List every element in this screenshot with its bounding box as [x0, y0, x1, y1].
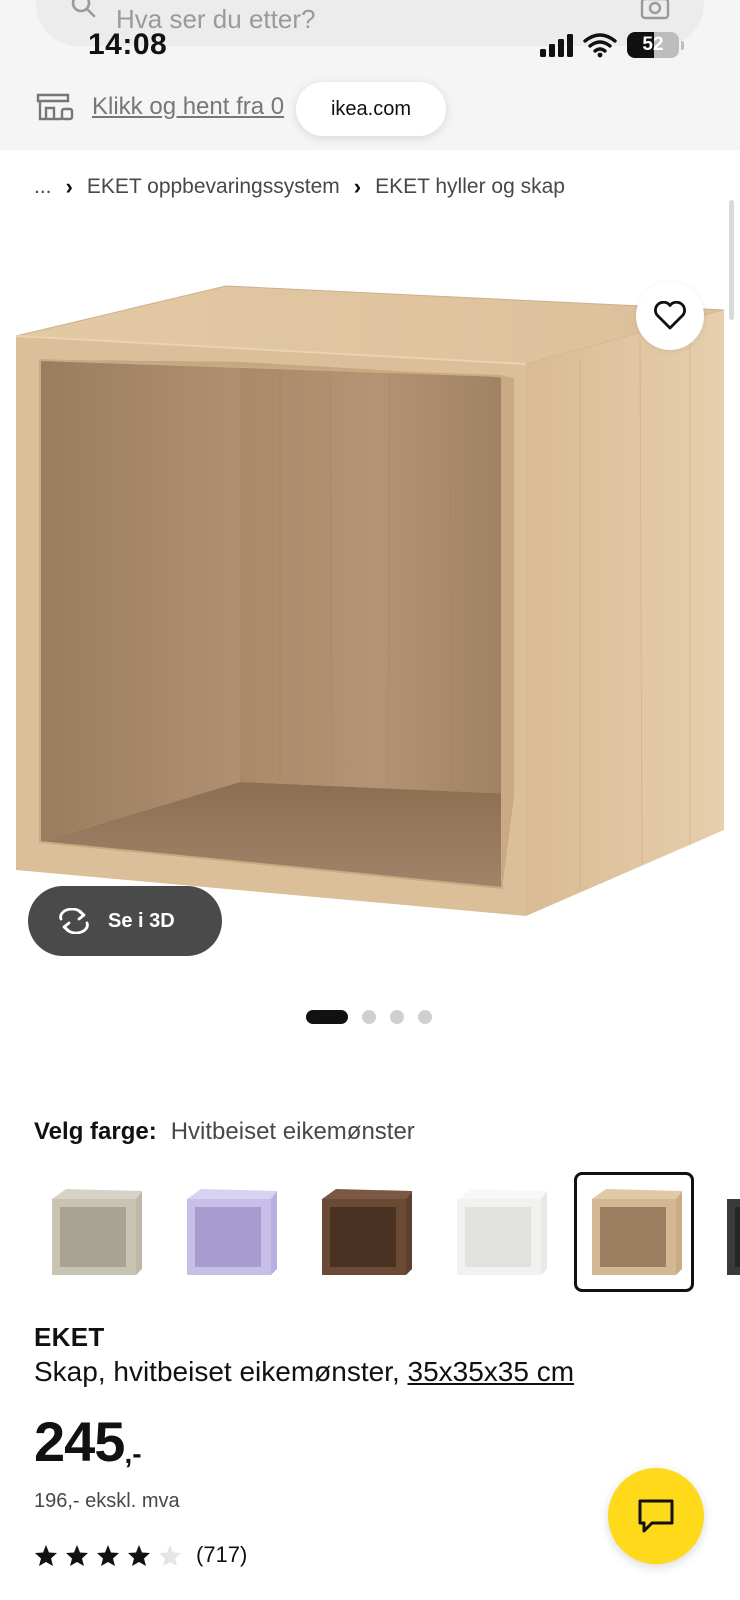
swatch-lilac[interactable]	[169, 1172, 289, 1292]
status-time: 14:08	[88, 28, 168, 61]
battery-icon: 52	[627, 32, 679, 58]
url-bar[interactable]: ikea.com	[296, 82, 446, 136]
swatch-image	[727, 1199, 740, 1275]
rating-count: (717)	[196, 1542, 248, 1567]
favorite-button[interactable]	[636, 282, 704, 350]
swatch-beige-grey[interactable]	[34, 1172, 154, 1292]
selected-color-name: Hvitbeiset eikemønster	[170, 1118, 415, 1145]
price-suffix: ,-	[124, 1438, 142, 1469]
swatch-white-stained-oak[interactable]	[574, 1172, 694, 1292]
color-selection-label: Velg farge: Hvitbeiset eikemønster	[34, 1118, 415, 1146]
price-ex-vat: 196,- ekskl. mva	[34, 1490, 180, 1512]
chevron-right-icon: ›	[65, 174, 73, 199]
status-indicators: 52	[540, 30, 684, 60]
pickup-row[interactable]: Klikk og hent fra 0	[36, 90, 284, 124]
swatch-white[interactable]	[439, 1172, 559, 1292]
product-price: 245 ,-	[34, 1414, 142, 1470]
product-rating[interactable]: (717)	[34, 1542, 247, 1568]
product-image[interactable]	[0, 270, 740, 970]
store-icon	[36, 93, 74, 121]
wifi-icon	[583, 33, 617, 58]
battery-level: 52	[642, 34, 664, 55]
camera-icon[interactable]	[640, 0, 670, 20]
swatch-dark-grey[interactable]	[709, 1172, 740, 1292]
gallery-pagination	[306, 1010, 432, 1024]
breadcrumb-item-eket-system[interactable]: EKET oppbevaringssystem	[87, 175, 340, 199]
chat-button[interactable]	[608, 1468, 704, 1564]
star-filled-icon	[97, 1544, 119, 1566]
gallery-dot[interactable]	[362, 1010, 376, 1024]
view-in-3d-label: Se i 3D	[108, 909, 175, 932]
color-swatches	[34, 1172, 740, 1296]
star-filled-icon	[128, 1544, 150, 1566]
battery-nub	[681, 40, 684, 50]
product-name: EKET	[34, 1322, 105, 1352]
product-size-link[interactable]: 35x35x35 cm	[408, 1356, 575, 1387]
swatch-image	[457, 1189, 547, 1275]
chevron-right-icon: ›	[353, 174, 362, 199]
top-chrome: Hva ser du etter? 14:08 52 Klikk og hent…	[0, 0, 740, 150]
pickup-link[interactable]: Klikk og hent fra 0	[92, 93, 284, 121]
breadcrumb-item-eket-shelves[interactable]: EKET hyller og skap	[375, 175, 565, 199]
star-filled-icon	[66, 1544, 88, 1566]
swatch-walnut[interactable]	[304, 1172, 424, 1292]
swatch-image	[592, 1189, 682, 1275]
breadcrumb: ... › EKET oppbevaringssystem › EKET hyl…	[34, 172, 565, 202]
product-type: Skap, hvitbeiset eikemønster,	[34, 1356, 400, 1387]
swatch-image	[322, 1189, 412, 1275]
swatch-image	[52, 1189, 142, 1275]
gallery-dot-active[interactable]	[306, 1010, 348, 1024]
color-label: Velg farge:	[34, 1118, 157, 1145]
price-amount: 245	[34, 1410, 125, 1473]
swatch-image	[187, 1189, 277, 1275]
product-description: Skap, hvitbeiset eikemønster, 35x35x35 c…	[34, 1356, 574, 1388]
view-in-3d-button[interactable]: Se i 3D	[28, 886, 222, 956]
search-icon	[71, 0, 96, 18]
star-filled-icon	[35, 1544, 57, 1566]
gallery-dot[interactable]	[390, 1010, 404, 1024]
signal-icon	[540, 33, 573, 57]
rating-stars	[34, 1544, 182, 1567]
chat-icon	[638, 1499, 674, 1533]
gallery-dot[interactable]	[418, 1010, 432, 1024]
heart-icon	[654, 301, 686, 330]
breadcrumb-ellipsis[interactable]: ...	[34, 175, 52, 199]
rotate-3d-icon	[59, 908, 89, 934]
star-empty-icon	[159, 1544, 181, 1566]
